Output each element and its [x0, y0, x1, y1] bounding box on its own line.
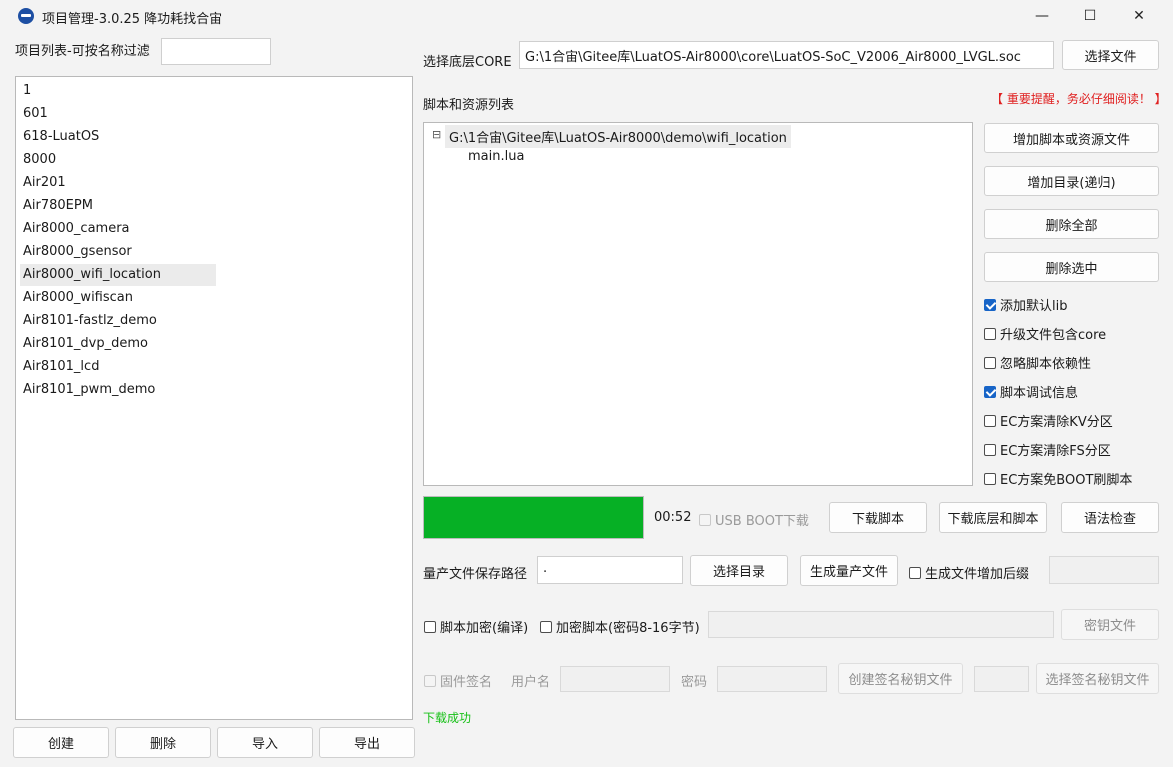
delete-project-button[interactable]: 删除 — [115, 727, 211, 758]
checkbox-box[interactable] — [984, 385, 996, 398]
elapsed-time: 00:52 — [654, 510, 692, 525]
core-label: 选择底层CORE — [423, 55, 512, 70]
project-list-item[interactable]: Air8101_pwm_demo — [20, 379, 216, 401]
username-label: 用户名 — [511, 675, 551, 690]
encrypt-script-checkbox[interactable]: 脚本加密(编译) — [424, 617, 528, 636]
download-progress-bar — [423, 496, 644, 539]
delete-selected-button[interactable]: 删除选中 — [984, 252, 1159, 282]
option-label: EC方案免BOOT刷脚本 — [1000, 473, 1133, 488]
project-list-item[interactable]: 1 — [20, 80, 216, 102]
project-list-item[interactable]: Air8000_camera — [20, 218, 216, 240]
project-list-item[interactable]: Air201 — [20, 172, 216, 194]
tree-collapse-icon[interactable]: ⊟ — [432, 128, 441, 141]
status-message: 下载成功 — [423, 711, 472, 725]
suffix-input[interactable] — [1049, 556, 1159, 584]
project-list-item[interactable]: Air8101_dvp_demo — [20, 333, 216, 355]
core-path-input[interactable]: G:\1合宙\Gitee库\LuatOS-Air8000\core\LuatOS… — [519, 41, 1054, 69]
select-directory-button[interactable]: 选择目录 — [690, 555, 788, 586]
create-sign-key-button[interactable]: 创建签名秘钥文件 — [838, 663, 963, 694]
encrypt-password-input[interactable] — [708, 611, 1054, 638]
minimize-button[interactable]: — — [1019, 0, 1065, 32]
option-checkbox[interactable]: EC方案免BOOT刷脚本 — [984, 469, 1132, 488]
maximize-button[interactable]: ☐ — [1067, 0, 1113, 32]
project-list-item[interactable]: Air8101-fastlz_demo — [20, 310, 216, 332]
encrypt-password-checkbox-box[interactable] — [540, 620, 552, 633]
project-list-item[interactable]: Air8000_wifi_location — [20, 264, 216, 286]
checkbox-box[interactable] — [984, 414, 996, 427]
delete-all-button[interactable]: 删除全部 — [984, 209, 1159, 239]
app-logo-icon — [18, 8, 34, 24]
mass-production-path-input[interactable]: . — [537, 556, 683, 584]
password-input[interactable] — [717, 666, 827, 692]
create-project-button[interactable]: 创建 — [13, 727, 109, 758]
encrypt-password-checkbox[interactable]: 加密脚本(密码8-16字节) — [540, 617, 700, 636]
option-label: EC方案清除KV分区 — [1000, 415, 1113, 430]
export-project-button[interactable]: 导出 — [319, 727, 415, 758]
option-label: 脚本调试信息 — [1000, 386, 1079, 401]
add-suffix-checkbox-box[interactable] — [909, 566, 921, 579]
generate-mass-production-button[interactable]: 生成量产文件 — [800, 555, 898, 586]
encrypt-script-checkbox-box[interactable] — [424, 620, 436, 633]
usb-boot-checkbox-box[interactable] — [699, 513, 711, 526]
project-list-item[interactable]: Air8000_gsensor — [20, 241, 216, 263]
option-label: 升级文件包含core — [1000, 328, 1107, 343]
project-filter-label: 项目列表-可按名称过滤 — [15, 44, 150, 59]
usb-boot-checkbox[interactable]: USB BOOT下载 — [699, 510, 809, 529]
import-project-button[interactable]: 导入 — [217, 727, 313, 758]
project-list-item[interactable]: Air780EPM — [20, 195, 216, 217]
project-list-item[interactable]: 8000 — [20, 149, 216, 171]
option-checkbox[interactable]: 添加默认lib — [984, 295, 1067, 314]
option-label: 添加默认lib — [1000, 299, 1068, 314]
window-title: 项目管理-3.0.25 降功耗找合宙 — [42, 12, 223, 27]
checkbox-box[interactable] — [984, 298, 996, 311]
project-list-item[interactable]: Air8101_lcd — [20, 356, 216, 378]
select-core-file-button[interactable]: 选择文件 — [1062, 40, 1159, 70]
mass-production-path-label: 量产文件保存路径 — [423, 567, 528, 582]
project-filter-input[interactable] — [161, 38, 271, 65]
tree-file-item[interactable]: main.lua — [468, 149, 524, 164]
close-button[interactable]: ✕ — [1116, 0, 1162, 32]
checkbox-box[interactable] — [984, 327, 996, 340]
option-checkbox[interactable]: EC方案清除KV分区 — [984, 411, 1113, 430]
checkbox-box[interactable] — [984, 472, 996, 485]
firmware-sign-label: 固件签名 — [440, 675, 493, 690]
option-checkbox[interactable]: 升级文件包含core — [984, 324, 1106, 343]
project-list-item[interactable]: 618-LuatOS — [20, 126, 216, 148]
encrypt-script-label: 脚本加密(编译) — [440, 621, 529, 636]
option-checkbox[interactable]: EC方案清除FS分区 — [984, 440, 1111, 459]
checkbox-box[interactable] — [984, 443, 996, 456]
download-core-and-script-button[interactable]: 下载底层和脚本 — [939, 502, 1047, 533]
progress-fill — [424, 497, 643, 538]
firmware-sign-checkbox[interactable]: 固件签名 — [424, 671, 492, 690]
select-sign-key-button[interactable]: 选择签名秘钥文件 — [1036, 663, 1159, 694]
tree-root-folder[interactable]: G:\1合宙\Gitee库\LuatOS-Air8000\demo\wifi_l… — [445, 125, 791, 148]
option-label: 忽略脚本依赖性 — [1000, 357, 1092, 372]
scripts-label: 脚本和资源列表 — [423, 98, 515, 113]
add-directory-button[interactable]: 增加目录(递归) — [984, 166, 1159, 196]
option-checkbox[interactable]: 忽略脚本依赖性 — [984, 353, 1091, 372]
checkbox-box[interactable] — [984, 356, 996, 369]
username-input[interactable] — [560, 666, 670, 692]
syntax-check-button[interactable]: 语法检查 — [1061, 502, 1159, 533]
key-file-button[interactable]: 密钥文件 — [1061, 609, 1159, 640]
project-list[interactable]: 1 601 618-LuatOS 8000 Air201 Air780EPM Air8000… — [15, 76, 413, 720]
project-list-item[interactable]: 601 — [20, 103, 216, 125]
add-suffix-label: 生成文件增加后缀 — [925, 567, 1030, 582]
add-files-button[interactable]: 增加脚本或资源文件 — [984, 123, 1159, 153]
add-suffix-checkbox[interactable]: 生成文件增加后缀 — [909, 563, 1029, 582]
option-checkbox[interactable]: 脚本调试信息 — [984, 382, 1078, 401]
important-warning-link[interactable]: 【 重要提醒，务必仔细阅读！ 】 — [991, 90, 1167, 107]
project-list-item[interactable]: Air8000_wifiscan — [20, 287, 216, 309]
encrypt-password-label: 加密脚本(密码8-16字节) — [556, 621, 700, 636]
script-tree[interactable]: ⊟ G:\1合宙\Gitee库\LuatOS-Air8000\demo\wifi… — [423, 122, 973, 486]
option-label: EC方案清除FS分区 — [1000, 444, 1111, 459]
usb-boot-label: USB BOOT下载 — [715, 514, 809, 529]
firmware-sign-checkbox-box[interactable] — [424, 674, 436, 687]
sign-key-input[interactable] — [974, 666, 1029, 692]
password-label: 密码 — [681, 675, 708, 690]
download-script-button[interactable]: 下载脚本 — [829, 502, 927, 533]
title-bar: 项目管理-3.0.25 降功耗找合宙 — ☐ ✕ — [0, 0, 1173, 32]
